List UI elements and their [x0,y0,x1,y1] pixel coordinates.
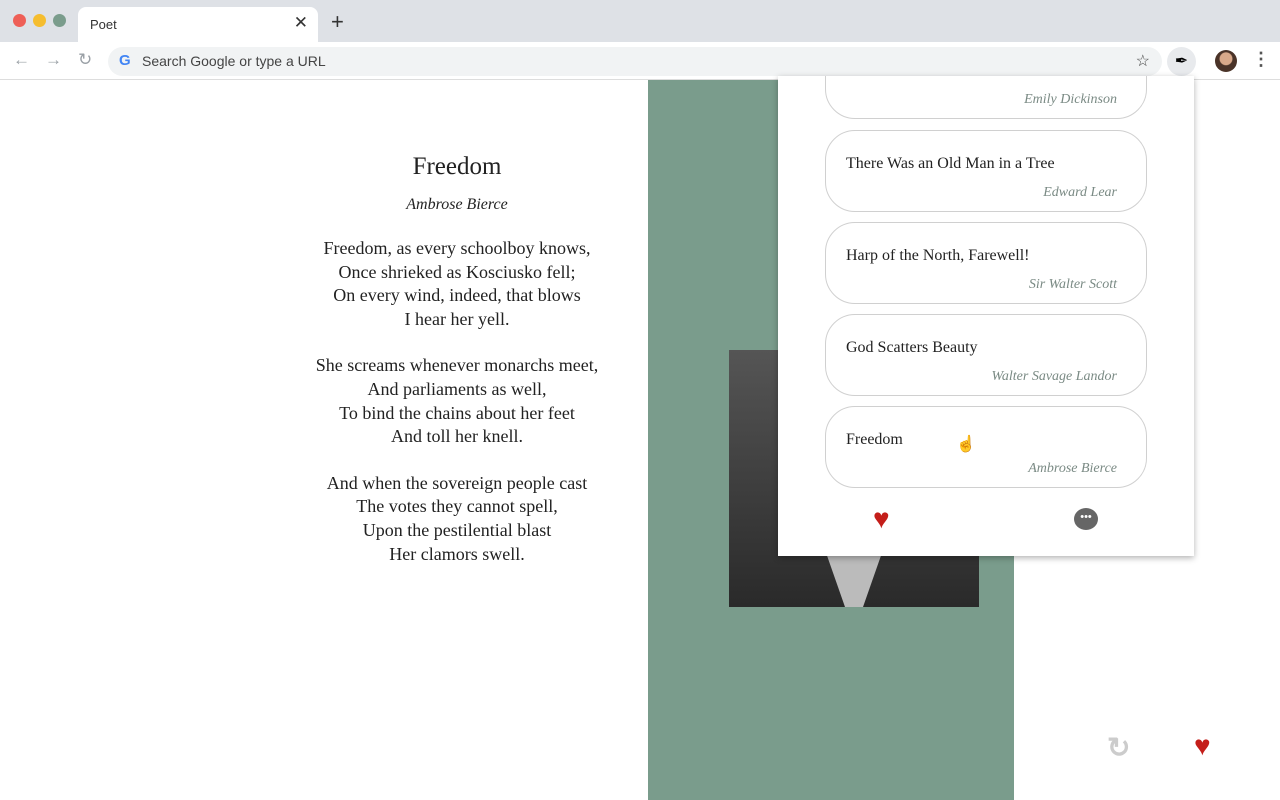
poem-card[interactable]: Emily Dickinson [825,76,1147,119]
card-author: Walter Savage Landor [991,369,1117,384]
poem-card[interactable]: There Was an Old Man in a Tree Edward Le… [825,130,1147,212]
browser-toolbar: ← → ↻ G Search Google or type a URL ☆ ✒ … [0,42,1280,80]
tab-poet[interactable]: Poet ✕ [78,7,318,42]
poem-line: Upon the pestilential blast [362,519,552,540]
card-title: Freedom [846,431,903,448]
hand-cursor-icon: ☝ [956,436,976,453]
chat-bubble-icon[interactable]: ••• [1074,508,1098,530]
poem-card[interactable]: Freedom Ambrose Bierce [825,406,1147,488]
forward-icon[interactable]: → [45,50,62,70]
tab-title: Poet [90,17,117,32]
favorite-heart-icon[interactable]: ♥ [1194,732,1211,760]
refresh-icon[interactable]: ↻ [1107,731,1130,764]
tab-bar: Poet ✕ + [0,0,1280,42]
quill-extension-icon[interactable]: ✒ [1167,47,1196,76]
favorites-heart-icon[interactable]: ♥ [873,505,890,533]
more-menu-icon[interactable]: ⋮ [1252,49,1270,70]
card-title: Harp of the North, Farewell! [846,247,1030,264]
window-minimize-button[interactable] [33,14,46,27]
card-author: Edward Lear [1043,185,1117,200]
poem-line: And when the sovereign people cast [326,472,588,493]
poem-author: Ambrose Bierce [406,196,508,213]
extension-popup: Emily Dickinson There Was an Old Man in … [778,76,1194,556]
card-author: Sir Walter Scott [1028,277,1117,292]
poem-line: To bind the chains about her feet [339,402,575,423]
stanza: She screams whenever monarchs meet, And … [257,354,657,448]
poem-line: On every wind, indeed, that blows [333,285,581,306]
card-author: Emily Dickinson [1024,92,1117,107]
poem-line: Freedom, as every schoolboy knows, [323,238,591,258]
poem-line: And toll her knell. [391,426,523,447]
back-icon[interactable]: ← [13,50,30,70]
stanza: And when the sovereign people cast The v… [257,472,657,566]
window-zoom-button[interactable] [53,14,66,27]
profile-avatar[interactable] [1215,50,1237,72]
bookmark-star-icon[interactable]: ☆ [1136,51,1150,71]
poem-title: Freedom [412,153,502,180]
card-title: God Scatters Beauty [846,339,978,356]
card-author: Ambrose Bierce [1028,461,1117,476]
poem-line: Her clamors swell. [389,543,525,564]
poem-card[interactable]: God Scatters Beauty Walter Savage Landor [825,314,1147,396]
address-bar[interactable]: G Search Google or type a URL ☆ [108,47,1162,76]
poem: Freedom Ambrose Bierce Freedom, as every… [257,150,657,566]
google-icon: G [119,52,131,69]
poem-line: I hear her yell. [404,308,510,329]
poem-line: The votes they cannot spell, [356,496,558,517]
poem-line: Once shrieked as Kosciusko fell; [338,261,576,282]
close-tab-icon[interactable]: ✕ [294,13,308,33]
address-input[interactable]: Search Google or type a URL [142,53,326,69]
poem-card[interactable]: Harp of the North, Farewell! Sir Walter … [825,222,1147,304]
poem-line: And parliaments as well, [367,378,547,399]
card-title: There Was an Old Man in a Tree [846,155,1055,172]
poem-line: She screams whenever monarchs meet, [315,355,599,376]
stanza: Freedom, as every schoolboy knows, Once … [257,237,657,331]
reload-icon[interactable]: ↻ [78,50,92,70]
new-tab-button[interactable]: + [331,11,344,33]
window-close-button[interactable] [13,14,26,27]
